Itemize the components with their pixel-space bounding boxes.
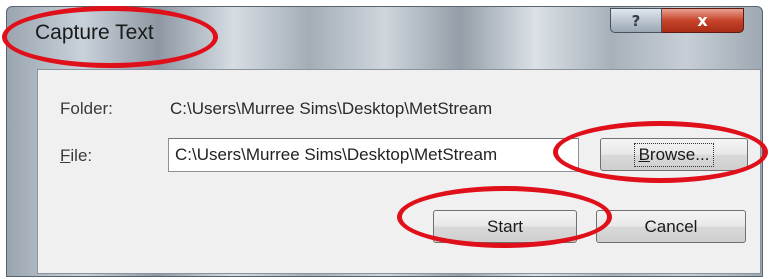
- dialog-client-area: Folder: C:\Users\Murree Sims\Desktop\Met…: [37, 69, 761, 274]
- close-button[interactable]: x: [662, 8, 744, 33]
- folder-label: Folder:: [60, 99, 113, 119]
- dialog-window: Capture Text ? x Folder: C:\Users\Murree…: [6, 6, 763, 277]
- file-label: File:: [60, 146, 92, 166]
- browse-mnemonic: B: [638, 144, 650, 164]
- help-icon: ?: [631, 11, 641, 30]
- start-button-label: Start: [487, 216, 523, 236]
- file-label-text: ile:: [70, 146, 93, 165]
- start-button[interactable]: Start: [433, 210, 577, 243]
- file-path-input[interactable]: C:\Users\Murree Sims\Desktop\MetStream: [168, 138, 579, 172]
- folder-label-text: Folder:: [60, 99, 113, 118]
- help-button[interactable]: ?: [610, 8, 662, 33]
- browse-button[interactable]: Browse...: [600, 138, 748, 171]
- cancel-button[interactable]: Cancel: [596, 210, 746, 243]
- cancel-button-label: Cancel: [644, 216, 698, 236]
- close-icon: x: [697, 11, 708, 30]
- folder-path-value: C:\Users\Murree Sims\Desktop\MetStream: [170, 99, 493, 118]
- file-label-mnemonic: F: [60, 146, 71, 165]
- window-title: Capture Text: [35, 21, 154, 44]
- caption-buttons: ? x: [610, 8, 744, 33]
- browse-button-label: Browse...: [633, 142, 715, 167]
- title-bar[interactable]: Capture Text ? x: [7, 7, 762, 53]
- browse-label-text: rowse...: [649, 144, 710, 164]
